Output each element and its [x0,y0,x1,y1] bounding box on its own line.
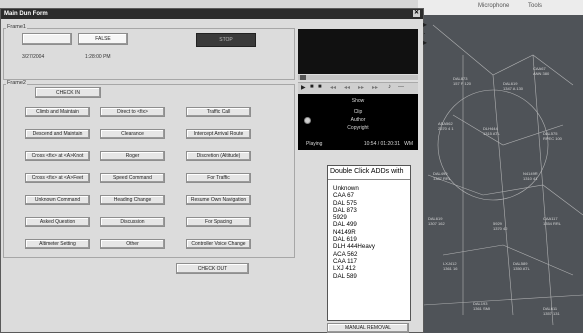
manual-removal-button[interactable]: MANUAL REMOVAL [327,323,409,333]
command-button[interactable]: Cross <fix> at <A>Knot [25,151,90,161]
command-button[interactable]: Unknown Command [25,195,90,205]
command-button[interactable]: Roger [100,151,165,161]
svg-text:1361 16: 1361 16 [443,266,458,271]
svg-text:1315 ATL: 1315 ATL [483,131,501,136]
date-display: 3/27/2004 [22,54,45,60]
list-item[interactable]: Unknown [328,185,410,192]
svg-text:RPEC 100: RPEC 100 [543,136,563,141]
volume-icon[interactable]: ♪ [388,84,391,90]
check-in-button[interactable]: CHECK IN [35,87,101,98]
next-icon[interactable]: ▸▸ [372,84,378,91]
command-button[interactable]: Heading Change [100,195,165,205]
pause-icon[interactable]: ■ [310,84,314,90]
window-title: Main Dun Form [4,11,48,17]
list-item[interactable]: DAL 499 [328,221,410,228]
rewind-icon[interactable]: ◂◂ [344,84,350,91]
show-label: Show [351,98,365,104]
svg-text:2370 4 1: 2370 4 1 [438,126,454,131]
media-format: WM [404,141,413,147]
volume-slider[interactable]: — [398,84,404,90]
command-button[interactable]: Resume Own Navigation [186,195,251,205]
tools-button[interactable]: Tools [528,3,542,9]
media-info-panel: Show Clip Author Copyright Playing 10:54… [298,94,418,150]
title-bar: Main Dun Form ✕ [1,9,423,19]
radar-display: DAL873 157 F 120 DAL619 1347 A 130 CAA67 AN… [423,15,583,333]
command-button[interactable]: Altimeter Setting [25,239,90,249]
seek-knob[interactable] [300,75,306,80]
command-button[interactable]: Clearance [100,129,165,139]
aircraft-list-box[interactable]: Double Click ADDs with Unknown CAA 67 DAL … [327,165,411,321]
svg-text:1370 42: 1370 42 [493,226,508,231]
aircraft-list: Unknown CAA 67 DAL 575 DAL 873 5929 DAL 499 N4… [328,180,410,280]
svg-text:1347 A 130: 1347 A 130 [503,86,524,91]
list-item[interactable]: DLH 444Heavy [328,243,410,250]
list-item[interactable]: N4149R [328,229,410,236]
list-item[interactable]: LXJ 412 [328,265,410,272]
command-button[interactable]: For Spacing [186,217,251,227]
fast-forward-icon[interactable]: ▸▸ [358,84,364,91]
command-button[interactable]: Other [100,239,165,249]
svg-text:ANN 380: ANN 380 [533,71,550,76]
svg-text:1387 RRL: 1387 RRL [433,176,452,181]
svg-text:1361 SMI: 1361 SMI [473,306,490,311]
list-item[interactable]: CAA 117 [328,258,410,265]
list-item[interactable]: DAL 575 [328,200,410,207]
command-button[interactable]: Cross <fix> at <A>Feet [25,173,90,183]
main-dun-form-window: Main Dun Form ✕ Frame1 FALSE STOP 3/27/2… [0,8,424,333]
close-icon[interactable]: ✕ [413,10,420,17]
command-button[interactable]: Discussion [100,217,165,227]
player-controls: ▶ ■ ■ ◂◂ ◂◂ ▸▸ ▸▸ ♪ — [298,82,418,94]
previous-icon[interactable]: ◂◂ [330,84,336,91]
svg-text:1310 41: 1310 41 [523,176,538,181]
command-button[interactable]: Asked Question [25,217,90,227]
svg-text:157 F 120: 157 F 120 [453,81,472,86]
list-item[interactable]: DAL 873 [328,207,410,214]
play-icon[interactable]: ▶ [301,84,306,91]
blank-button[interactable] [22,33,72,45]
playback-status: Playing [306,141,323,147]
time-display: 1:28:00 PM [85,54,111,60]
command-button[interactable]: Speed Command [100,173,165,183]
command-button[interactable]: Discretion (Altitude) [186,151,251,161]
list-item[interactable]: 5929 [328,214,410,221]
svg-text:1357 131: 1357 131 [543,311,560,316]
list-item[interactable]: ACA 562 [328,251,410,258]
command-button[interactable]: Traffic Call [186,107,251,117]
list-item[interactable]: DAL 619 [328,236,410,243]
command-button[interactable]: Direct to <fix> [100,107,165,117]
svg-text:1354 RRL: 1354 RRL [543,221,562,226]
language-bar: Microphone Tools [418,0,583,16]
video-display [298,29,418,74]
frame2-label: Frame2 [6,80,27,86]
frame1-label: Frame1 [6,24,27,30]
seek-bar[interactable] [298,75,418,80]
command-button[interactable]: Climb and Maintain [25,107,90,117]
list-item[interactable]: CAA 67 [328,192,410,199]
cursor-marks: ▸ · ▸ [423,20,428,47]
command-button[interactable]: Intercept Arrival Route [186,129,251,139]
list-header: Double Click ADDs with [328,166,410,180]
author-label: Author [350,117,366,123]
false-button[interactable]: FALSE [78,33,128,45]
svg-text:1350 ATL: 1350 ATL [513,266,531,271]
list-item[interactable]: DAL 589 [328,273,410,280]
microphone-button[interactable]: Microphone [478,3,509,9]
clip-label: Clip [353,109,363,115]
stop-icon[interactable]: ■ [318,84,322,90]
command-button[interactable]: For Traffic [186,173,251,183]
svg-text:1307 162: 1307 162 [428,221,445,226]
check-out-button[interactable]: CHECK OUT [176,263,249,274]
command-button[interactable]: Controller Voice Change [186,239,251,249]
command-button[interactable]: Descend and Maintain [25,129,90,139]
copyright-label: Copyright [347,125,369,131]
playback-time: 10:54 / 01:20:31 [363,141,400,147]
stop-button[interactable]: STOP [196,33,256,47]
